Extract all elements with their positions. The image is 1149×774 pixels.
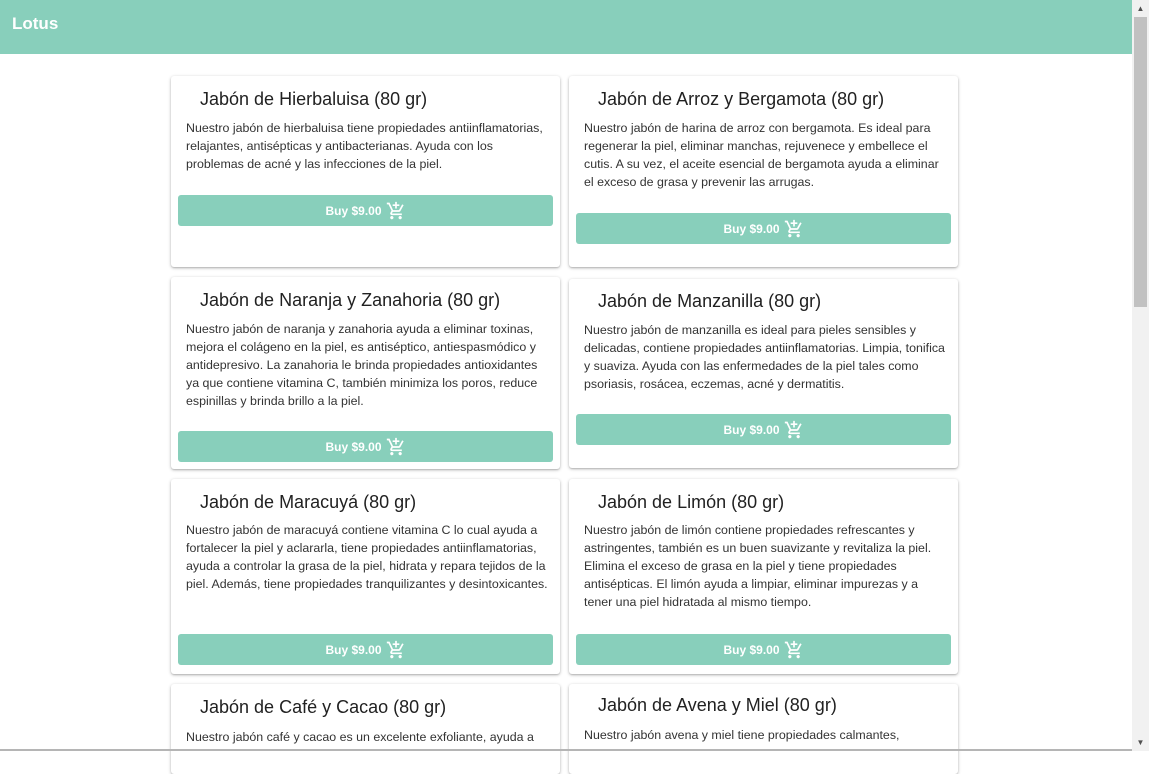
buy-button-label: Buy $9.00	[723, 221, 780, 236]
product-card: Jabón de Arroz y Bergamota (80 gr) Nuest…	[569, 76, 958, 267]
product-card: Jabón de Hierbaluisa (80 gr) Nuestro jab…	[171, 76, 560, 267]
product-title: Jabón de Manzanilla (80 gr)	[598, 291, 822, 311]
product-card: Jabón de Manzanilla (80 gr) Nuestro jabó…	[569, 279, 958, 468]
buy-button-label: Buy $9.00	[723, 642, 780, 657]
buy-button-label: Buy $9.00	[325, 203, 382, 218]
add-shopping-cart-icon	[386, 201, 404, 219]
add-shopping-cart-icon	[386, 640, 404, 658]
buy-button[interactable]: Buy $9.00	[576, 414, 951, 445]
add-shopping-cart-icon	[386, 437, 404, 455]
product-title: Jabón de Avena y Miel (80 gr)	[598, 695, 837, 715]
buy-button[interactable]: Buy $9.00	[576, 634, 951, 665]
product-description: Nuestro jabón de naranja y zanahoria ayu…	[186, 322, 538, 408]
product-title: Jabón de Maracuyá (80 gr)	[200, 492, 417, 512]
buy-button-label: Buy $9.00	[325, 439, 382, 454]
buy-button[interactable]: Buy $9.00	[178, 634, 553, 665]
scroll-up-arrow-icon[interactable]: ▲	[1132, 0, 1149, 17]
product-card: Jabón de Naranja y Zanahoria (80 gr) Nue…	[171, 277, 560, 469]
scrollbar-thumb[interactable]	[1134, 17, 1147, 307]
product-description: Nuestro jabón de hierbaluisa tiene propi…	[186, 121, 543, 171]
app-bar: Lotus	[0, 0, 1132, 54]
product-title: Jabón de Hierbaluisa (80 gr)	[200, 89, 428, 109]
product-description: Nuestro jabón café y cacao es un excelen…	[186, 730, 534, 744]
product-description: Nuestro jabón de limón contiene propieda…	[584, 523, 932, 609]
product-title: Jabón de Arroz y Bergamota (80 gr)	[598, 89, 885, 109]
product-card: Jabón de Café y Cacao (80 gr) Nuestro ja…	[171, 684, 560, 774]
product-description: Nuestro jabón de maracuyá contiene vitam…	[186, 523, 548, 591]
add-shopping-cart-icon	[784, 640, 802, 658]
product-description: Nuestro jabón de harina de arroz con ber…	[584, 121, 939, 189]
product-description: Nuestro jabón avena y miel tiene propied…	[584, 728, 900, 742]
add-shopping-cart-icon	[784, 420, 802, 438]
buy-button[interactable]: Buy $9.00	[178, 195, 553, 226]
buy-button-label: Buy $9.00	[325, 642, 382, 657]
product-description: Nuestro jabón de manzanilla es ideal par…	[584, 323, 945, 391]
product-card: Jabón de Maracuyá (80 gr) Nuestro jabón …	[171, 479, 560, 674]
add-shopping-cart-icon	[784, 219, 802, 237]
buy-button[interactable]: Buy $9.00	[576, 213, 951, 244]
product-card: Jabón de Limón (80 gr) Nuestro jabón de …	[569, 479, 958, 674]
scroll-down-arrow-icon[interactable]: ▼	[1132, 734, 1149, 751]
product-card: Jabón de Avena y Miel (80 gr) Nuestro ja…	[569, 684, 958, 774]
buy-button-label: Buy $9.00	[723, 422, 780, 437]
buy-button[interactable]: Buy $9.00	[178, 431, 553, 462]
app-title[interactable]: Lotus	[12, 14, 58, 34]
product-title: Jabón de Limón (80 gr)	[598, 492, 785, 512]
product-title: Jabón de Café y Cacao (80 gr)	[200, 697, 447, 717]
product-title: Jabón de Naranja y Zanahoria (80 gr)	[200, 290, 501, 310]
vertical-scrollbar[interactable]: ▲ ▼	[1132, 0, 1149, 751]
